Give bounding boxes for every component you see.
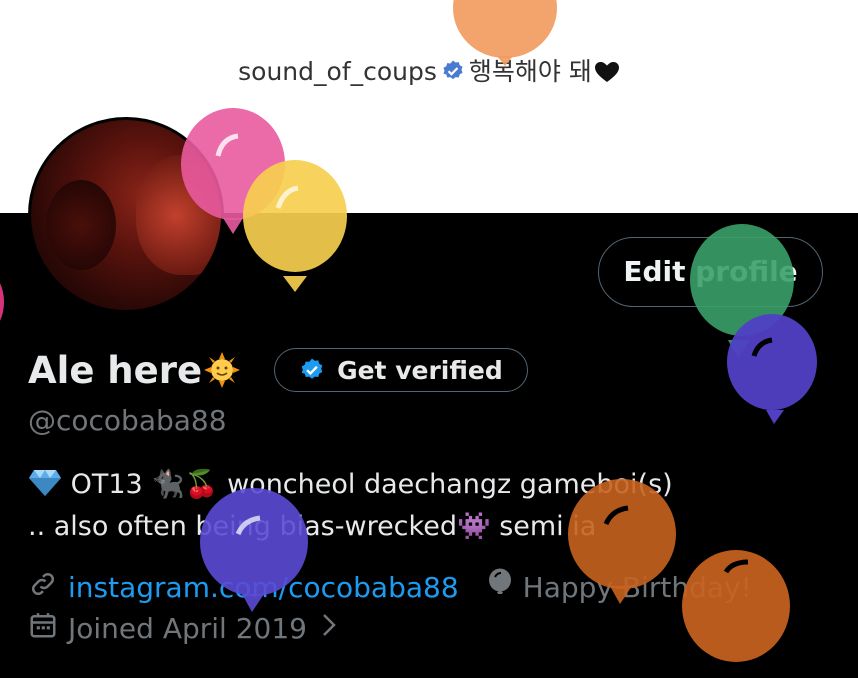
link-icon xyxy=(28,569,58,606)
gem-icon xyxy=(28,469,62,508)
edit-profile-button[interactable]: Edit profile xyxy=(598,237,823,307)
balloon-purple-right xyxy=(727,314,817,424)
bio-line-1: OT13 🐈‍⬛🍒 woncheol daechangz gameboi(s) xyxy=(28,466,673,508)
user-handle: @cocobaba88 xyxy=(28,404,227,437)
banner-username: sound_of_coups xyxy=(238,57,437,86)
bio-line-2-b: semi ia xyxy=(499,511,597,542)
get-verified-label: Get verified xyxy=(337,355,503,385)
balloon-icon xyxy=(487,568,513,607)
profile-avatar[interactable] xyxy=(28,117,224,313)
birthday-text[interactable]: Happy Birthday! xyxy=(523,571,752,604)
website-link[interactable]: instagram.com/cocobaba88 xyxy=(68,571,459,604)
avatar-shadow xyxy=(46,180,116,270)
chevron-right-icon xyxy=(319,612,339,645)
bio-line-1-text: OT13 🐈‍⬛🍒 woncheol daechangz gameboi(s) xyxy=(70,469,673,500)
balloon-magenta-edge xyxy=(0,283,4,321)
get-verified-button[interactable]: Get verified xyxy=(274,348,528,392)
verified-badge-icon xyxy=(441,59,465,89)
bio-line-2-a: .. also often being bias-wrecked xyxy=(28,511,457,542)
verified-badge-icon xyxy=(301,358,323,379)
display-name: Ale here xyxy=(28,348,203,392)
joined-date: Joined April 2019 xyxy=(68,612,307,645)
sun-emoji-icon xyxy=(204,352,241,388)
calendar-icon xyxy=(28,610,58,647)
black-heart-icon xyxy=(594,60,620,82)
banner-caption: sound_of_coups 행복해야 돼 xyxy=(0,52,858,89)
bio-line-2-emoji: 👾 xyxy=(456,511,491,542)
profile-meta-row: instagram.com/cocobaba88 Happy Birthday! xyxy=(28,568,752,607)
avatar-face xyxy=(136,155,221,275)
joined-row[interactable]: Joined April 2019 xyxy=(28,610,339,647)
name-row: Ale here Get verified xyxy=(28,348,528,392)
bio-line-2: .. also often being bias-wrecked👾 semi i… xyxy=(28,508,673,546)
profile-bio: OT13 🐈‍⬛🍒 woncheol daechangz gameboi(s) … xyxy=(28,466,673,546)
banner-korean-text: 행복해야 돼 xyxy=(468,57,592,86)
